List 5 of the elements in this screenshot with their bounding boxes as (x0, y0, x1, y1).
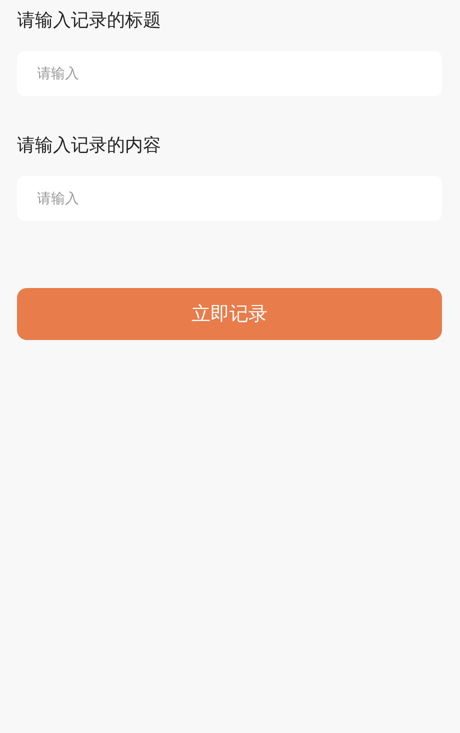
field-label: 请输入记录的标题 (17, 9, 162, 33)
input-field[interactable]: 请输入 (17, 176, 442, 221)
input-field[interactable]: 请输入 (17, 51, 442, 96)
record-button[interactable]: 立即记录 (17, 288, 442, 340)
field-label: 请输入记录的内容 (17, 134, 162, 158)
